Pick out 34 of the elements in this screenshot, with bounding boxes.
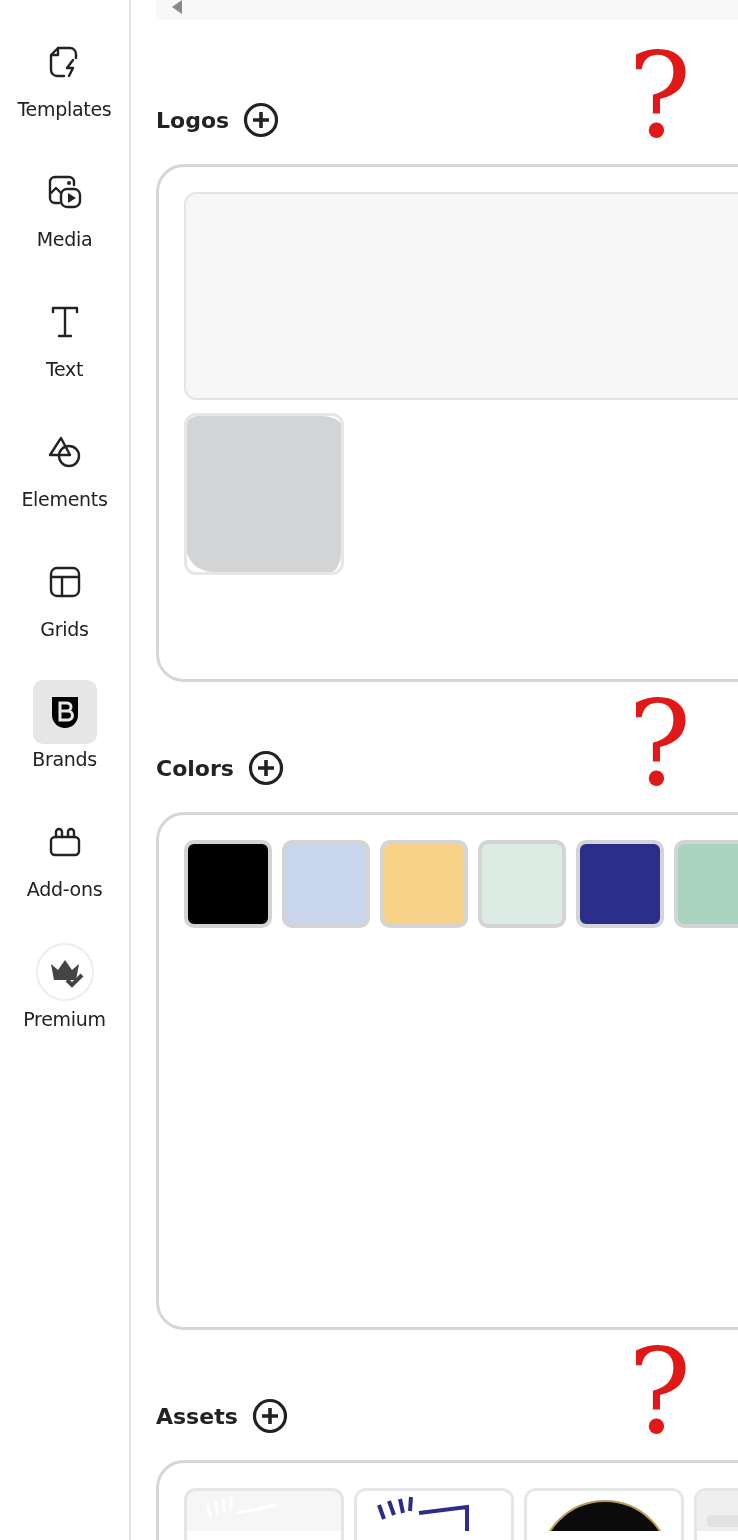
scroll-left-icon[interactable] — [172, 0, 182, 14]
nav-button[interactable] — [32, 680, 97, 744]
color-swatch[interactable] — [282, 840, 370, 928]
nav-label: Templates — [17, 98, 112, 120]
add-button[interactable] — [247, 750, 284, 786]
nav-label: Text — [45, 358, 84, 380]
nav-label: Grids — [40, 618, 89, 640]
color-swatch[interactable] — [576, 840, 664, 928]
color-swatch[interactable] — [674, 840, 738, 928]
color-swatch[interactable] — [380, 840, 468, 928]
nav-label: Elements — [21, 488, 108, 510]
nav-label: Add-ons — [26, 878, 103, 900]
layout-icon — [47, 565, 82, 599]
nav-label: Media — [36, 228, 93, 250]
color-swatch[interactable] — [478, 840, 566, 928]
shapes-icon — [46, 435, 83, 469]
add-icon — [243, 102, 280, 138]
color-swatch[interactable] — [184, 840, 272, 928]
section-title: Colors — [156, 755, 234, 781]
add-button[interactable] — [251, 1398, 288, 1434]
nav-label: Premium — [23, 1008, 106, 1030]
add-button[interactable] — [243, 102, 280, 138]
question-annotation: ? — [628, 684, 692, 802]
question-annotation: ? — [628, 1332, 692, 1450]
section-title: Assets — [156, 1403, 238, 1429]
media-icon — [46, 174, 83, 210]
add-icon — [251, 1398, 288, 1434]
add-icon — [247, 750, 284, 786]
crown-icon — [34, 942, 95, 1002]
section-title: Logos — [156, 107, 230, 133]
question-annotation: ? — [628, 36, 692, 154]
nav-label: Brands — [32, 748, 97, 770]
add-ons-icon — [47, 827, 82, 857]
brand-icon — [49, 695, 80, 729]
